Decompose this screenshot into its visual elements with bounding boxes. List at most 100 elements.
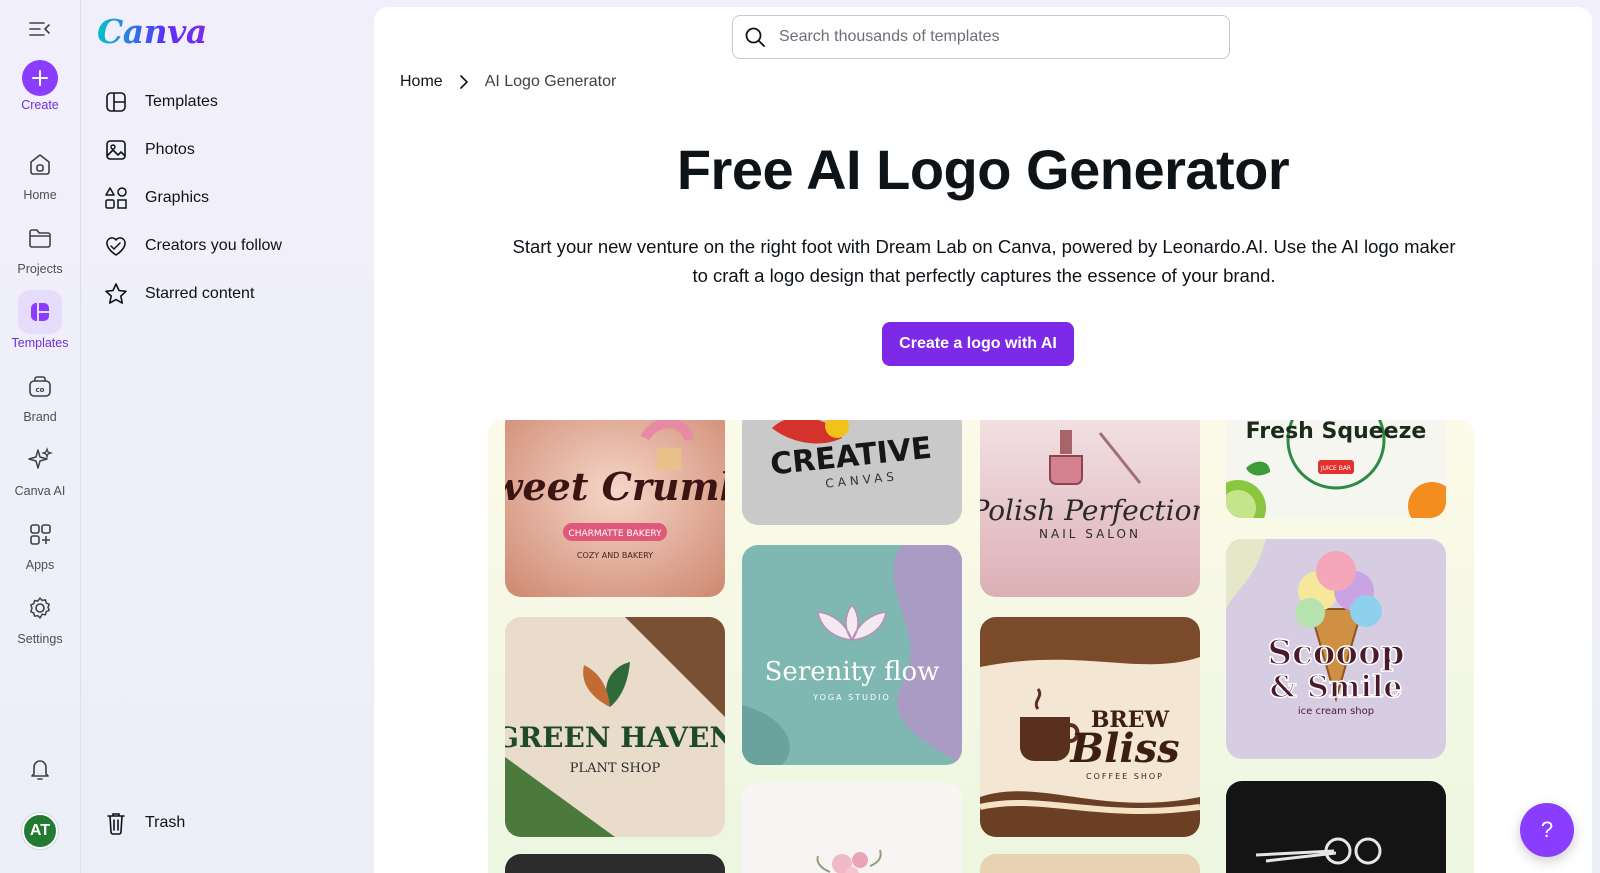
rail-item-settings[interactable]: Settings <box>0 586 80 646</box>
barber-logo-image <box>1226 781 1446 873</box>
search-bar[interactable] <box>732 15 1230 59</box>
bottom-logo-image <box>980 854 1200 873</box>
breadcrumb-home-link[interactable]: Home <box>400 73 443 91</box>
rail-create[interactable]: Create <box>0 60 80 112</box>
shapes-icon <box>103 185 129 211</box>
nav-item-label: Starred content <box>145 285 255 302</box>
partial-logo-image <box>505 854 725 873</box>
svg-text:PLANT SHOP: PLANT SHOP <box>570 761 661 776</box>
rail-label: Brand <box>23 410 57 424</box>
page-title: Free AI Logo Generator <box>676 138 1290 201</box>
svg-text:ice cream shop: ice cream shop <box>1298 706 1374 717</box>
rail-label: Settings <box>17 632 63 646</box>
trash-label: Trash <box>145 814 186 831</box>
rail-item-projects[interactable]: Projects <box>0 216 80 276</box>
trash-button[interactable]: Trash <box>103 810 185 836</box>
polish-perfection-logo-image: Polish Perfection NAIL SALON <box>980 420 1200 597</box>
template-card-bottom[interactable] <box>980 854 1200 873</box>
nav-item-label: Photos <box>145 141 195 158</box>
svg-text:NAIL SALON: NAIL SALON <box>1039 527 1141 541</box>
nav-item-label: Graphics <box>145 189 210 206</box>
template-card-sweet-crumbs[interactable]: Sweet Crumbs CHARMATTE BAKERY COZY AND B… <box>505 420 725 597</box>
side-panel: Canva Templates Photos Graphics Creators… <box>80 0 368 873</box>
svg-text:& Smile: & Smile <box>1270 670 1403 705</box>
template-card-green-haven[interactable]: GREEN HAVEN PLANT SHOP <box>505 617 725 837</box>
rail-item-brand[interactable]: co Brand <box>0 364 80 424</box>
svg-text:Scooop: Scooop <box>1267 633 1404 673</box>
rail-item-home[interactable]: Home <box>0 142 80 202</box>
home-icon <box>18 142 62 186</box>
template-card-brew-bliss[interactable]: BREW Bliss COFFEE SHOP <box>980 617 1200 837</box>
svg-text:JUICE BAR: JUICE BAR <box>1320 465 1351 472</box>
svg-text:co: co <box>36 386 45 394</box>
photo-icon <box>103 137 129 163</box>
svg-text:CHARMATTE BAKERY: CHARMATTE BAKERY <box>568 529 662 539</box>
template-card-creative-canvas[interactable]: CREATIVE CANVAS <box>742 420 962 525</box>
nav-item-templates[interactable]: Templates <box>103 78 282 126</box>
heart-icon <box>103 233 129 259</box>
svg-text:Polish Perfection: Polish Perfection <box>980 494 1200 527</box>
search-icon <box>743 25 767 49</box>
nav-item-starred[interactable]: Starred content <box>103 270 282 318</box>
help-button[interactable]: ? <box>1520 803 1574 857</box>
templates-icon <box>18 290 62 334</box>
rail-label: Home <box>23 188 57 202</box>
star-icon <box>103 281 129 307</box>
template-card-barber[interactable] <box>1226 781 1446 873</box>
page-description: Start your new venture on the right foot… <box>512 236 1456 286</box>
template-card-fresh-squeeze[interactable]: Fresh Squeeze JUICE BAR <box>1226 420 1446 518</box>
creative-canvas-logo-image: CREATIVE CANVAS <box>742 420 962 525</box>
avatar[interactable]: AT <box>22 813 58 849</box>
search-input[interactable] <box>779 28 1199 46</box>
template-card-polish-perfection[interactable]: Polish Perfection NAIL SALON <box>980 420 1200 597</box>
sparkle-icon <box>18 438 62 482</box>
gear-icon <box>18 586 62 630</box>
floral-logo-image <box>742 782 962 873</box>
svg-text:COZY AND BAKERY: COZY AND BAKERY <box>577 551 653 560</box>
chevron-right-icon <box>459 75 469 89</box>
serenity-flow-logo-image: Serenity flow YOGA STUDIO <box>742 545 962 765</box>
rail-label: Canva AI <box>14 484 66 498</box>
nav-item-creators[interactable]: Creators you follow <box>103 222 282 270</box>
svg-text:YOGA STUDIO: YOGA STUDIO <box>812 693 891 702</box>
svg-text:COFFEE SHOP: COFFEE SHOP <box>1086 772 1164 781</box>
logo-gallery: Sweet Crumbs CHARMATTE BAKERY COZY AND B… <box>488 420 1474 873</box>
rail-item-apps[interactable]: Apps <box>0 512 80 572</box>
rail-create-label: Create <box>21 98 59 112</box>
sweet-crumbs-logo-image: Sweet Crumbs CHARMATTE BAKERY COZY AND B… <box>505 420 725 597</box>
svg-text:Serenity flow: Serenity flow <box>765 657 940 687</box>
templates-outline-icon <box>103 89 129 115</box>
navigation-rail: Create Home Projects Templates co Brand … <box>0 0 80 873</box>
svg-text:Fresh Squeeze: Fresh Squeeze <box>1246 420 1427 444</box>
template-card-floral[interactable] <box>742 782 962 873</box>
template-card-serenity-flow[interactable]: Serenity flow YOGA STUDIO <box>742 545 962 765</box>
rail-item-canva-ai[interactable]: Canva AI <box>0 438 80 498</box>
side-nav: Templates Photos Graphics Creators you f… <box>103 78 282 318</box>
template-card-scooop-smile[interactable]: Scooop & Smile ice cream shop <box>1226 539 1446 759</box>
apps-icon <box>18 512 62 556</box>
collapse-menu-icon[interactable] <box>27 18 53 40</box>
template-card-partial[interactable] <box>505 854 725 873</box>
scooop-smile-logo-image: Scooop & Smile ice cream shop <box>1226 539 1446 759</box>
green-haven-logo-image: GREEN HAVEN PLANT SHOP <box>505 617 725 837</box>
canva-logo[interactable]: Canva <box>97 12 207 51</box>
nav-item-photos[interactable]: Photos <box>103 126 282 174</box>
nav-item-label: Creators you follow <box>145 237 282 254</box>
rail-label: Templates <box>11 336 69 350</box>
nav-item-label: Templates <box>145 93 218 110</box>
trash-icon <box>103 810 129 836</box>
create-logo-button[interactable]: Create a logo with AI <box>882 322 1074 366</box>
svg-text:Sweet Crumbs: Sweet Crumbs <box>505 464 725 509</box>
svg-text:GREEN HAVEN: GREEN HAVEN <box>505 721 725 754</box>
nav-item-graphics[interactable]: Graphics <box>103 174 282 222</box>
folder-icon <box>18 216 62 260</box>
brand-icon: co <box>18 364 62 408</box>
rail-label: Apps <box>25 558 55 572</box>
rail-label: Projects <box>17 262 63 276</box>
plus-icon <box>22 60 58 96</box>
brew-bliss-logo-image: BREW Bliss COFFEE SHOP <box>980 617 1200 837</box>
svg-text:Bliss: Bliss <box>1069 725 1179 772</box>
notification-bell-icon[interactable] <box>26 755 54 783</box>
breadcrumb: Home AI Logo Generator <box>400 73 616 91</box>
rail-item-templates[interactable]: Templates <box>0 290 80 350</box>
